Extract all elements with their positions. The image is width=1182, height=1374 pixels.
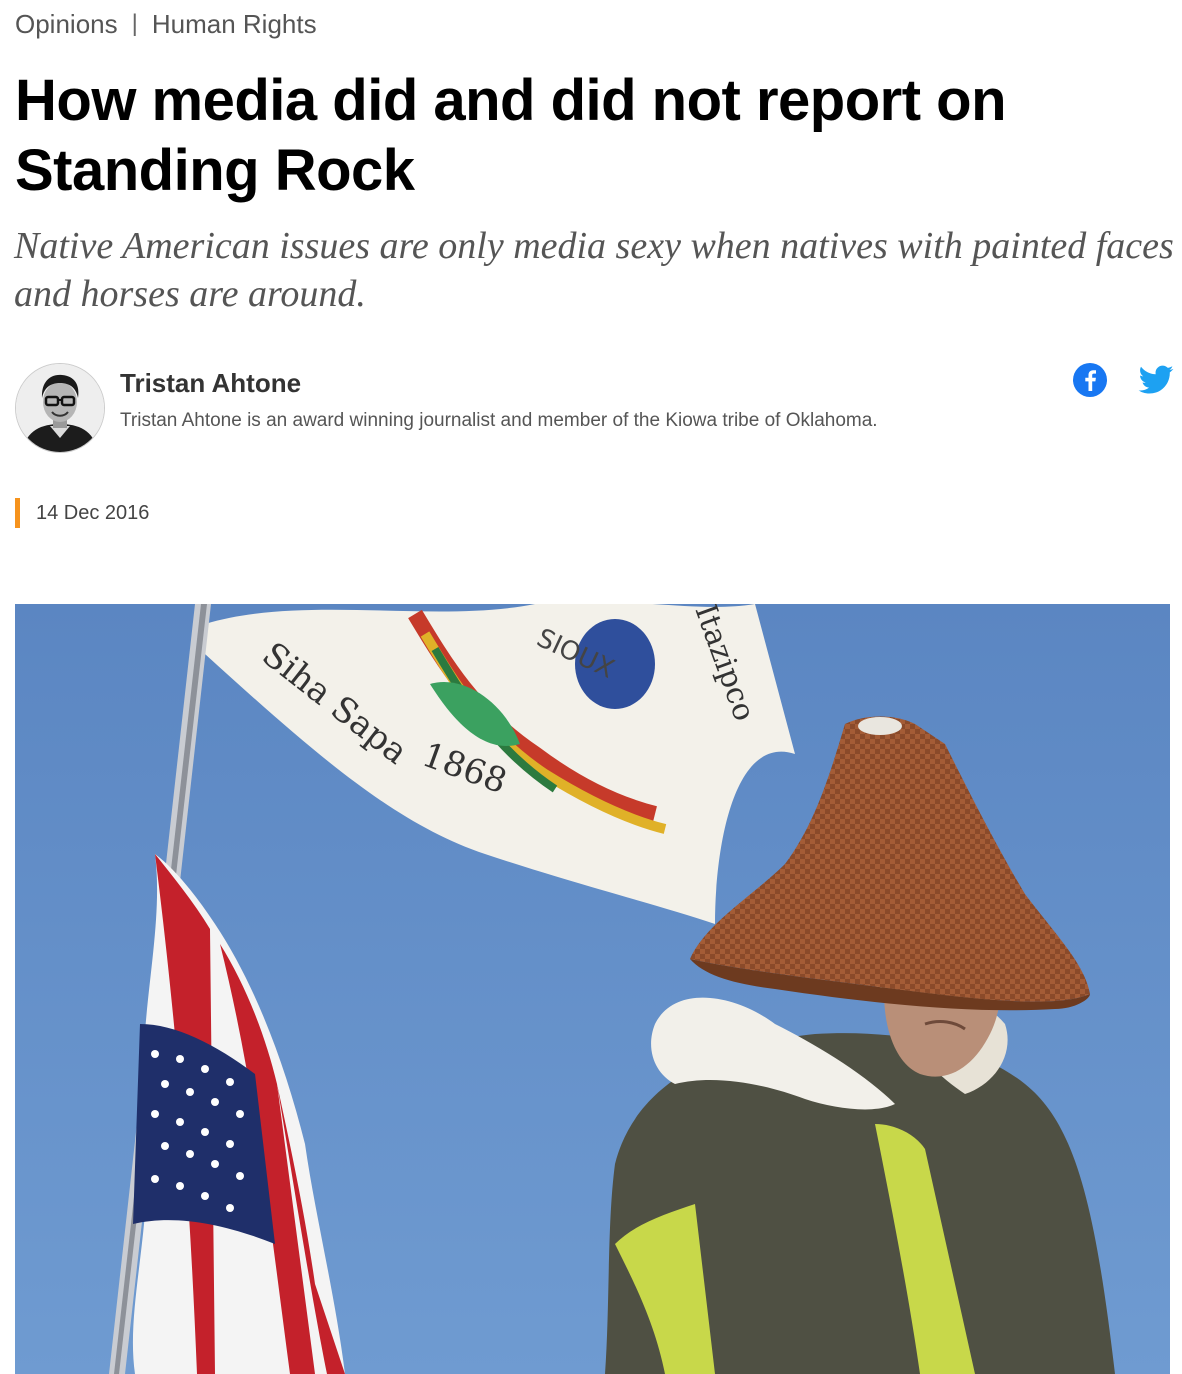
article-date: 14 Dec 2016 bbox=[15, 498, 149, 528]
date-text: 14 Dec 2016 bbox=[36, 501, 150, 524]
author-name[interactable]: Tristan Ahtone bbox=[120, 368, 301, 399]
breadcrumb-opinions-link[interactable]: Opinions bbox=[15, 9, 118, 40]
breadcrumb: Opinions | Human Rights bbox=[15, 6, 317, 42]
hero-image: Siha Sapa 1868 SIOUX Itazipco bbox=[15, 604, 1170, 1374]
article-subhead: Native American issues are only media se… bbox=[14, 225, 1174, 315]
author-photo bbox=[16, 364, 104, 452]
facebook-icon bbox=[1073, 363, 1107, 397]
article-page: Opinions | Human Rights How media did an… bbox=[0, 0, 1182, 1374]
breadcrumb-separator: | bbox=[131, 10, 138, 37]
social-share bbox=[1072, 362, 1174, 398]
hero-photo: Siha Sapa 1868 SIOUX Itazipco bbox=[15, 604, 1170, 1374]
twitter-share-button[interactable] bbox=[1138, 362, 1174, 398]
author-avatar[interactable] bbox=[15, 363, 105, 453]
twitter-icon bbox=[1138, 365, 1174, 394]
author-bio: Tristan Ahtone is an award winning journ… bbox=[120, 410, 878, 431]
breadcrumb-human-rights-link[interactable]: Human Rights bbox=[152, 9, 317, 40]
facebook-share-button[interactable] bbox=[1072, 362, 1108, 398]
date-accent-bar bbox=[15, 498, 20, 528]
page-title: How media did and did not report on Stan… bbox=[15, 68, 1007, 203]
